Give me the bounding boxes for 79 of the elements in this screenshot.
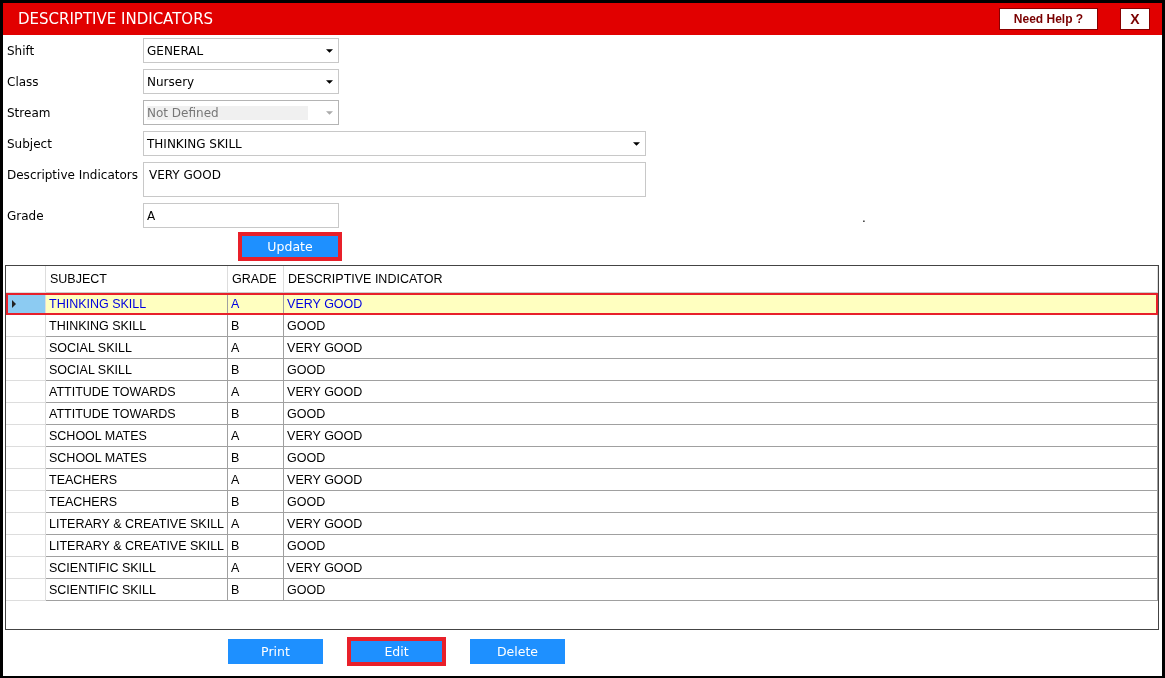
table-cell: B xyxy=(227,314,284,337)
dropdown[interactable]: GENERAL xyxy=(143,38,339,63)
table-cell: A xyxy=(227,556,284,579)
table-cell: VERY GOOD xyxy=(283,292,1158,315)
dropdown[interactable]: Nursery xyxy=(143,69,339,94)
table-cell: B xyxy=(227,446,284,469)
field-label: Descriptive Indicators xyxy=(7,167,139,182)
table-cell: A xyxy=(227,380,284,403)
field-label: Stream xyxy=(7,105,52,120)
table-row[interactable]: SOCIAL SKILL B GOOD xyxy=(6,358,1158,381)
table-cell: B xyxy=(227,358,284,381)
table-cell: A xyxy=(227,336,284,359)
table-cell: VERY GOOD xyxy=(283,512,1158,535)
table-row[interactable]: LITERARY & CREATIVE SKILL A VERY GOOD xyxy=(6,512,1158,535)
table-cell: ATTITUDE TOWARDS xyxy=(45,380,228,403)
field-label: Shift xyxy=(7,43,36,58)
table-cell: VERY GOOD xyxy=(283,468,1158,491)
field-label: Grade xyxy=(7,208,45,223)
table-row[interactable]: THINKING SKILL A VERY GOOD xyxy=(6,292,1158,315)
column-header: SUBJECT xyxy=(45,266,228,293)
table-cell: LITERARY & CREATIVE SKILL xyxy=(45,534,228,557)
dropdown-arrow-icon xyxy=(326,110,333,115)
table-cell: SCHOOL MATES xyxy=(45,446,228,469)
dropdown-arrow-icon xyxy=(633,141,640,146)
dropdown[interactable]: THINKING SKILL xyxy=(143,131,646,156)
table-cell: VERY GOOD xyxy=(283,336,1158,359)
table-row[interactable]: TEACHERS B GOOD xyxy=(6,490,1158,513)
table-cell: VERY GOOD xyxy=(283,556,1158,579)
table-cell: TEACHERS xyxy=(45,468,228,491)
table-cell: A xyxy=(227,468,284,491)
table-row[interactable]: ATTITUDE TOWARDS A VERY GOOD xyxy=(6,380,1158,403)
dropdown: Not Defined xyxy=(143,100,339,125)
table-cell: GOOD xyxy=(283,490,1158,513)
dot-mark: . xyxy=(862,211,866,225)
column-header: GRADE xyxy=(227,266,284,293)
table-cell: SCIENTIFIC SKILL xyxy=(45,578,228,601)
table-cell: GOOD xyxy=(283,314,1158,337)
table-row[interactable]: SOCIAL SKILL A VERY GOOD xyxy=(6,336,1158,359)
close-button[interactable]: X xyxy=(1120,8,1150,30)
table-cell: GOOD xyxy=(283,358,1158,381)
table-row[interactable]: SCIENTIFIC SKILL B GOOD xyxy=(6,578,1158,601)
table-row[interactable]: SCHOOL MATES B GOOD xyxy=(6,446,1158,469)
table-cell: GOOD xyxy=(283,446,1158,469)
table-row[interactable]: LITERARY & CREATIVE SKILL B GOOD xyxy=(6,534,1158,557)
table-cell: B xyxy=(227,534,284,557)
table-cell: B xyxy=(227,578,284,601)
table-cell: SOCIAL SKILL xyxy=(45,358,228,381)
table-cell: GOOD xyxy=(283,578,1158,601)
table-cell: THINKING SKILL xyxy=(45,314,228,337)
table-cell: A xyxy=(227,512,284,535)
column-header: DESCRIPTIVE INDICATOR xyxy=(283,266,1158,293)
table-cell: GOOD xyxy=(283,534,1158,557)
window-title: DESCRIPTIVE INDICATORS xyxy=(18,10,214,28)
table-cell: B xyxy=(227,402,284,425)
input-field[interactable]: A xyxy=(143,203,339,228)
table-cell: GOOD xyxy=(283,402,1158,425)
dropdown-arrow-icon xyxy=(326,79,333,84)
table-cell: LITERARY & CREATIVE SKILL xyxy=(45,512,228,535)
table-cell: A xyxy=(227,424,284,447)
field-label: Subject xyxy=(7,136,53,151)
dropdown-arrow-icon xyxy=(326,48,333,53)
table-row[interactable]: THINKING SKILL B GOOD xyxy=(6,314,1158,337)
table-cell: THINKING SKILL xyxy=(45,292,228,315)
table-row[interactable]: TEACHERS A VERY GOOD xyxy=(6,468,1158,491)
table-cell: TEACHERS xyxy=(45,490,228,513)
table-row[interactable]: SCIENTIFIC SKILL A VERY GOOD xyxy=(6,556,1158,579)
table-cell: SCIENTIFIC SKILL xyxy=(45,556,228,579)
row-pointer-icon xyxy=(12,299,16,308)
table-row[interactable]: SCHOOL MATES A VERY GOOD xyxy=(6,424,1158,447)
table-cell: B xyxy=(227,490,284,513)
text-area[interactable]: VERY GOOD xyxy=(143,162,646,197)
table-cell: VERY GOOD xyxy=(283,380,1158,403)
table-cell: VERY GOOD xyxy=(283,424,1158,447)
field-label: Class xyxy=(7,74,40,89)
table-cell: SOCIAL SKILL xyxy=(45,336,228,359)
table-cell: SCHOOL MATES xyxy=(45,424,228,447)
help-button[interactable]: Need Help ? xyxy=(999,8,1098,30)
table-row[interactable]: ATTITUDE TOWARDS B GOOD xyxy=(6,402,1158,425)
table-cell: ATTITUDE TOWARDS xyxy=(45,402,228,425)
